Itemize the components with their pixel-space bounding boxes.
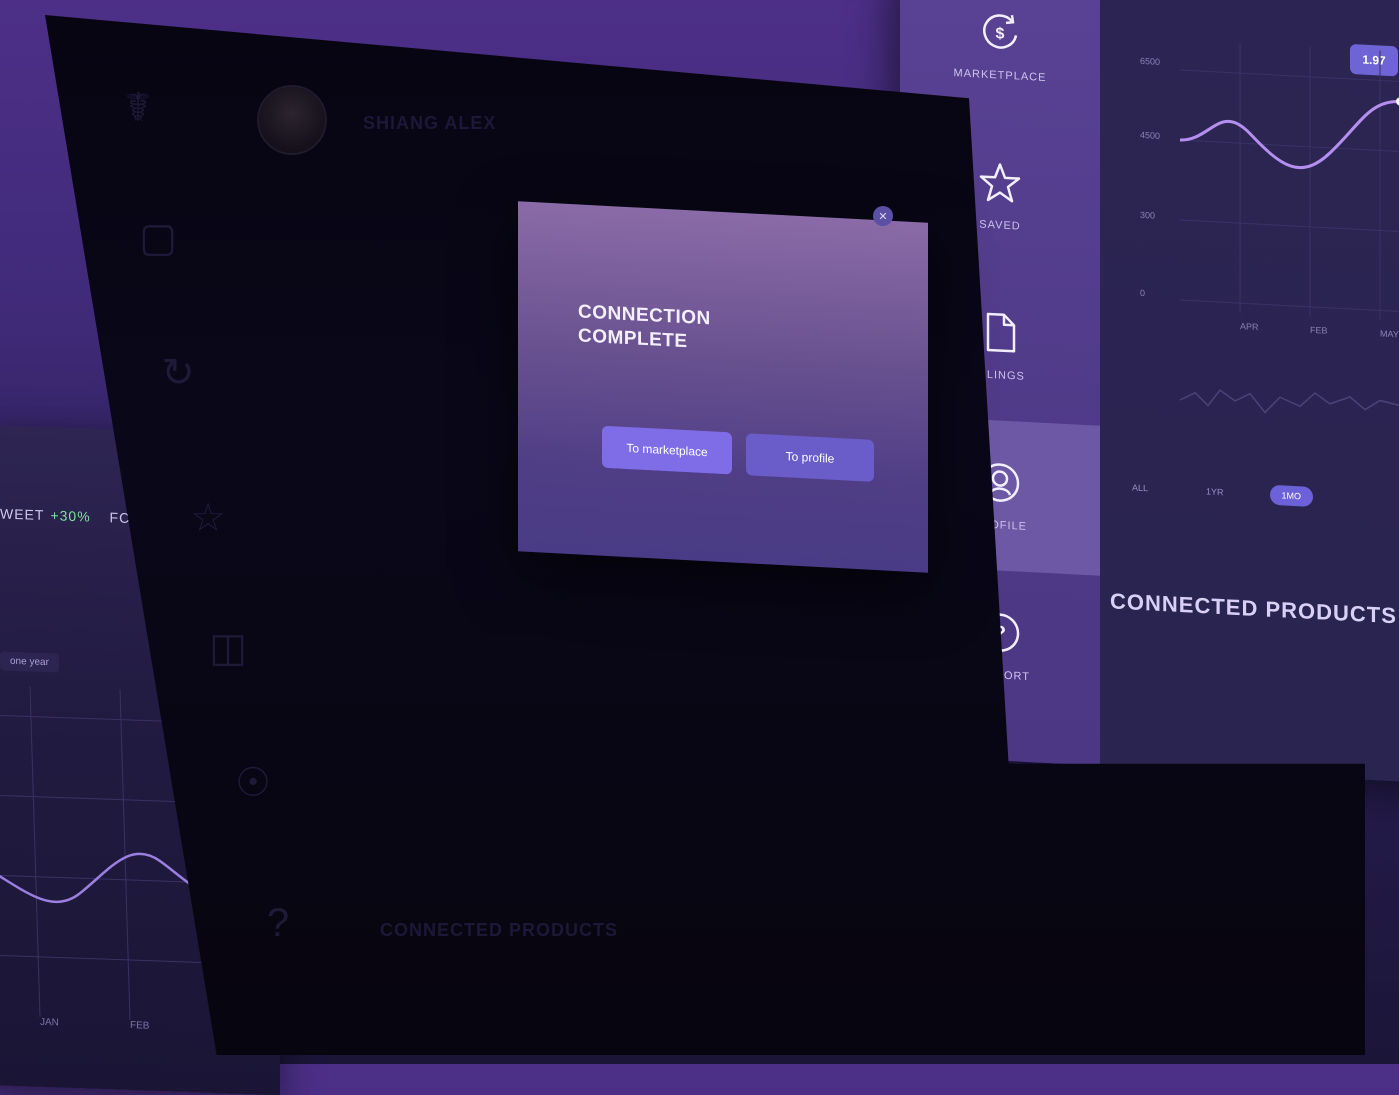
star-icon	[977, 158, 1023, 206]
monitor-icon: ▢	[139, 216, 177, 260]
ticker: WEET +30% FC	[0, 505, 130, 526]
tab-all[interactable]: ALL	[1120, 477, 1160, 499]
x-label: FEB	[1310, 324, 1328, 336]
sidebar-item-label: MARKETPLACE	[953, 67, 1047, 85]
dollar-cycle-icon: ↻	[161, 351, 195, 395]
connected-products-heading: CONNECTED PRODUCTS	[1110, 588, 1397, 629]
help-icon: ?	[266, 901, 290, 945]
range-selector[interactable]: one year	[0, 651, 59, 673]
x-label: APR	[1240, 321, 1259, 333]
chart-area: 1.97 6500 4500 300 0 APR FEB MAY ALL 1YR…	[1100, 0, 1399, 785]
close-icon[interactable]: ✕	[873, 206, 893, 226]
ear-icon: ☤	[124, 86, 152, 130]
modal-title: CONNECTION COMPLETE	[578, 300, 778, 358]
to-marketplace-button[interactable]: To marketplace	[602, 425, 732, 475]
x-label: MAY	[1380, 328, 1399, 340]
tab-1mo[interactable]: 1MO	[1269, 484, 1314, 507]
sidebar-item-label: SAVED	[979, 218, 1021, 233]
range-tabs: ALL 1YR 1MO	[1120, 477, 1314, 507]
svg-text:$: $	[996, 25, 1005, 42]
star-icon: ☆	[190, 496, 226, 540]
ticker-symbol: WEET	[0, 505, 45, 524]
connection-modal: CONNECTION COMPLETE To marketplace To pr…	[518, 201, 928, 573]
dollar-cycle-icon: $	[977, 8, 1023, 56]
user-name: SHIANG ALEX	[363, 113, 497, 133]
avatar	[257, 85, 327, 155]
profile-icon: ☉	[235, 761, 271, 805]
to-profile-button[interactable]: To profile	[746, 433, 874, 482]
main-line-chart	[1179, 43, 1399, 414]
ticker-change: +30%	[50, 507, 91, 525]
tab-1yr[interactable]: 1YR	[1194, 481, 1236, 503]
x-label-2: FEB	[130, 1020, 150, 1032]
x-label-1: JAN	[40, 1016, 59, 1029]
document-icon: ◫	[209, 626, 247, 670]
connected-products-heading: CONNECTED PRODUCTS	[380, 920, 619, 940]
